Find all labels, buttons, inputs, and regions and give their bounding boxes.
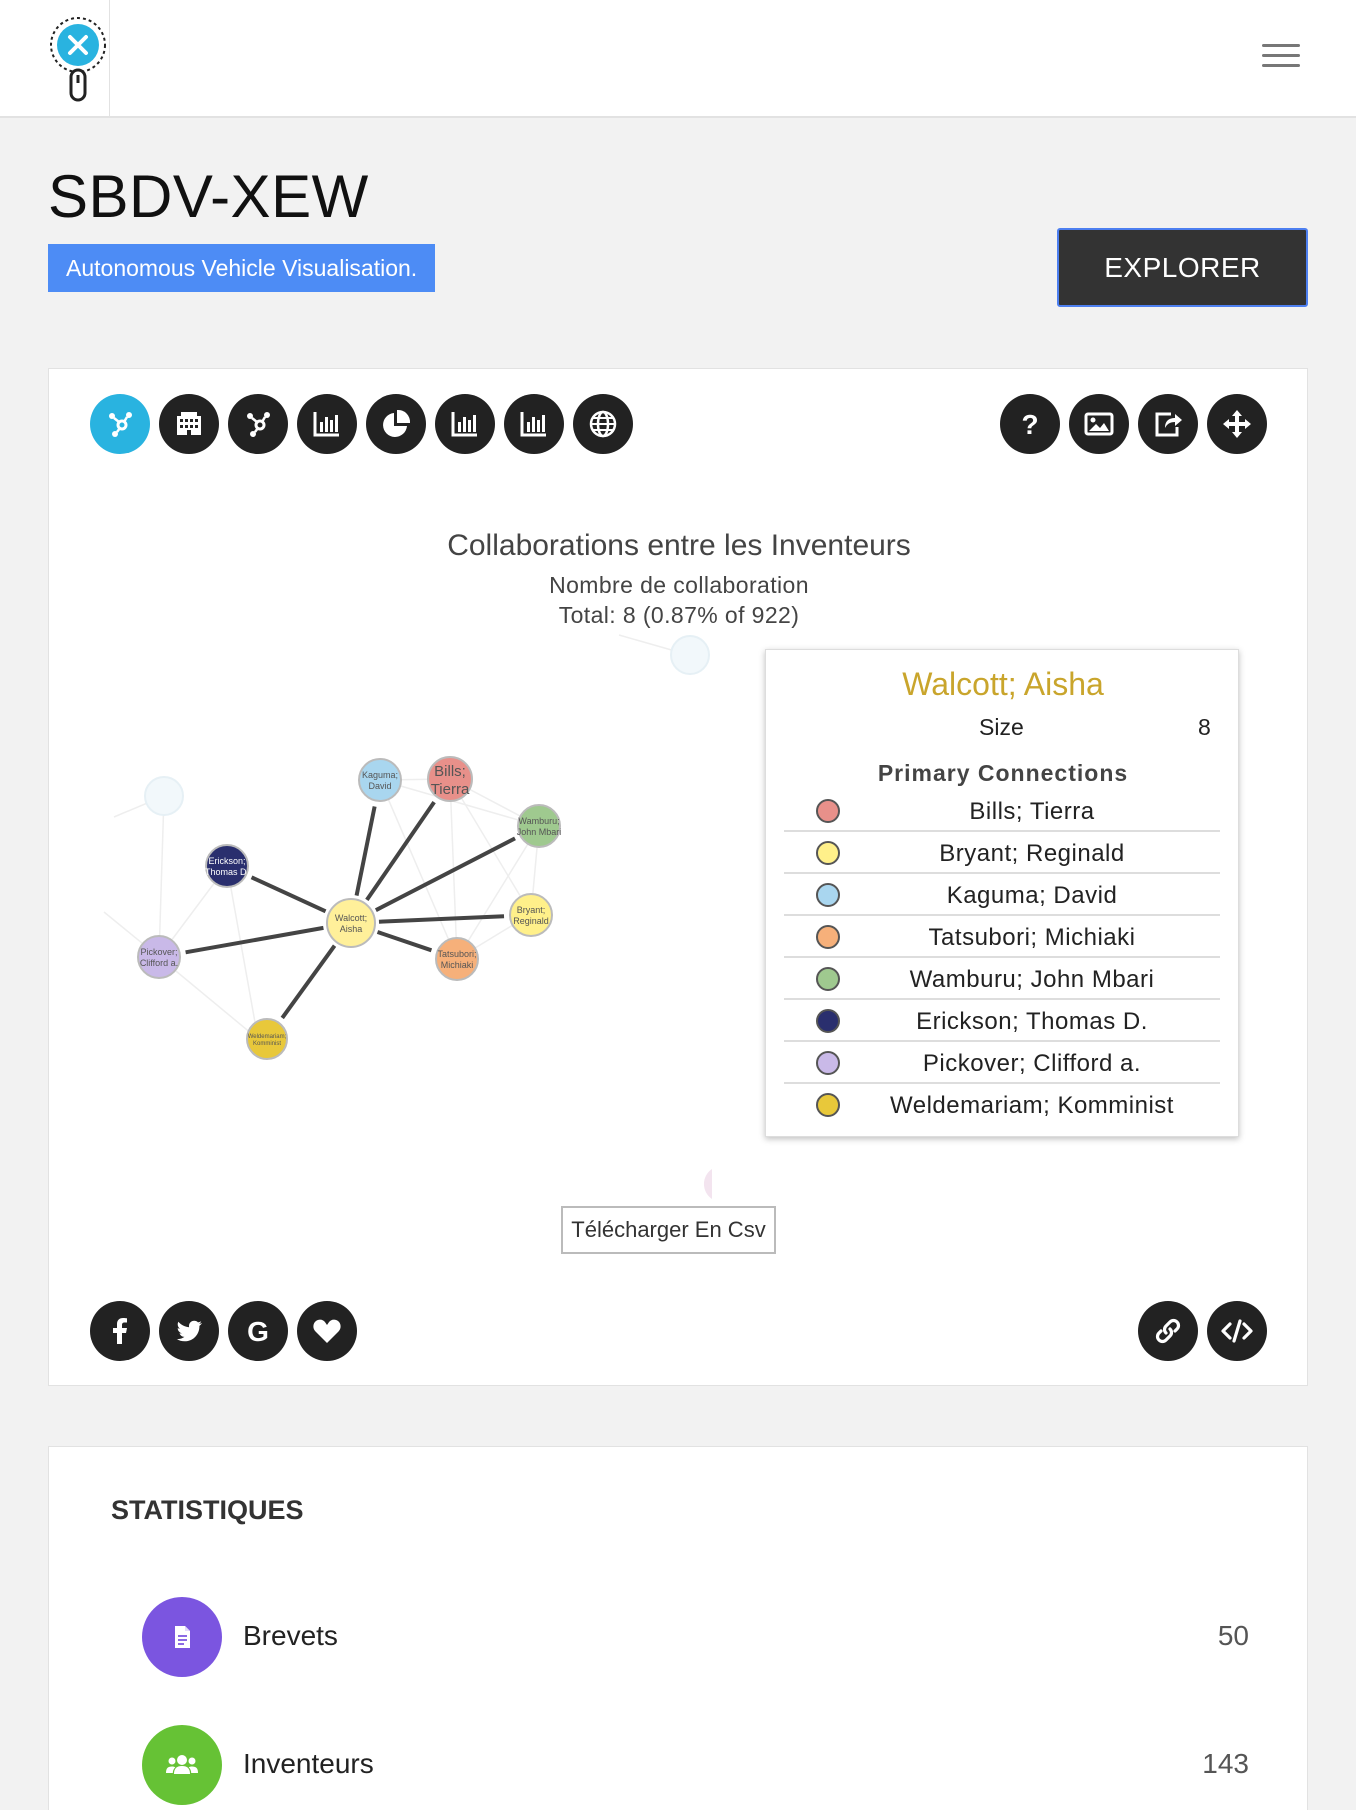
graph-node[interactable]: Weldemariam;Komminist [246,1018,288,1060]
pin-x-logo-icon[interactable] [48,15,108,105]
embed-code-icon[interactable] [1207,1301,1267,1361]
link-icon[interactable] [1138,1301,1198,1361]
connection-row: Bryant; Reginald [784,832,1220,874]
connection-row: Bills; Tierra [784,790,1220,832]
graph-node[interactable]: Walcott;Aisha [326,898,376,948]
connection-label: Bryant; Reginald [939,840,1125,867]
node-tooltip: Walcott; Aisha Size 8 Primary Connection… [765,649,1239,1137]
google-icon[interactable]: G [228,1301,288,1361]
collaboration-edge [185,925,324,955]
graph-node[interactable]: Kaguma;David [358,758,402,802]
tooltip-heading: Primary Connections [877,760,1129,786]
node-label: John Mbari [517,827,562,837]
connection-label: Kaguma; David [946,882,1118,909]
collaboration-edge [378,914,505,924]
node-label: Pickover; [140,947,177,957]
statistics-title: STATISTIQUES [111,1495,304,1525]
stat-label-brevets: Brevets [243,1620,338,1651]
document-icon [142,1597,222,1677]
node-label: Michiaki [441,960,474,970]
node-label: David [368,781,391,791]
faint-node [144,635,712,1199]
visualization-card: ? Collaborations entre les Inventeurs No… [48,368,1308,1386]
connection-label: Tatsubori; Michiaki [928,924,1136,951]
graph-node[interactable]: Pickover;Clifford a. [137,935,181,979]
node-label: Bryant; [517,905,546,915]
connection-label: Weldemariam; Komminist [890,1092,1174,1119]
collaboration-edge [354,806,377,896]
tooltip-size-label: Size [979,714,1024,740]
tooltip-size-value: 8 [1198,714,1211,740]
color-dot [816,883,840,907]
heart-icon[interactable] [297,1301,357,1361]
color-dot [816,925,840,949]
hamburger-menu-icon[interactable] [1262,44,1300,72]
collaboration-edge [250,875,327,914]
connection-row: Wamburu; John Mbari [784,958,1220,1000]
stat-value-inventeurs: 143 [1202,1748,1249,1779]
node-label: Tierra [431,781,470,798]
connection-row: Pickover; Clifford a. [784,1042,1220,1084]
node-label: Bills; [434,763,466,780]
statistics-card: STATISTIQUES Brevets 50 Inventeurs 143 [48,1446,1308,1810]
background-edges [103,634,690,1040]
facebook-icon[interactable] [90,1301,150,1361]
node-label: Wamburu; [518,816,559,826]
node-label: Thomas D. [205,867,249,877]
graph-node[interactable]: Wamburu;John Mbari [517,804,562,848]
twitter-icon[interactable] [159,1301,219,1361]
top-bar [0,0,1356,118]
tooltip-node-name: Walcott; Aisha [902,666,1104,702]
color-dot [816,1051,840,1075]
stat-label-inventeurs: Inventeurs [243,1748,374,1779]
node-label: Clifford a. [140,958,178,968]
graph-node[interactable]: Tatsubori;Michiaki [435,937,479,981]
node-label: Aisha [340,924,363,934]
node-label: Reginald [513,916,549,926]
logo-container[interactable] [0,0,110,118]
users-icon [142,1725,222,1805]
connection-row: Kaguma; David [784,874,1220,916]
color-dot [816,1093,840,1117]
node-label: Tatsubori; [437,949,476,959]
color-dot [816,967,840,991]
node-label: Kaguma; [362,770,398,780]
node-label: Weldemariam; [248,1034,287,1040]
stat-value-brevets: 50 [1217,1620,1249,1651]
graph-node[interactable]: Bryant;Reginald [509,893,553,937]
color-dot [816,1009,840,1033]
subtitle-badge: Autonomous Vehicle Visualisation. [48,244,436,292]
connection-label: Wamburu; John Mbari [909,966,1155,993]
explorer-button[interactable]: EXPLORER [1057,228,1308,307]
connection-row: Tatsubori; Michiaki [784,916,1220,958]
node-label: Erickson; [208,856,245,866]
nodes[interactable]: Walcott;Aisha Bills;Tierra Kaguma;David Wam… [137,756,562,1060]
color-dot [816,841,840,865]
node-label: Walcott; [335,913,367,923]
graph-node[interactable]: Erickson;Thomas D. [205,844,249,888]
connection-row: Weldemariam; Komminist [784,1084,1220,1126]
connection-label: Bills; Tierra [969,798,1095,825]
color-dot [816,799,840,823]
connection-label: Erickson; Thomas D. [916,1008,1148,1035]
connection-row: Erickson; Thomas D. [784,1000,1220,1042]
download-csv-button[interactable]: Télécharger En Csv [561,1206,776,1254]
collaboration-edge [280,944,337,1020]
collaboration-edge [376,930,433,953]
page-title: SBDV-XEW [48,163,369,230]
node-label: Komminist [253,1041,281,1047]
connection-label: Pickover; Clifford a. [922,1050,1142,1077]
svg-text:G: G [247,1316,269,1347]
graph-node[interactable]: Bills;Tierra [427,756,473,802]
